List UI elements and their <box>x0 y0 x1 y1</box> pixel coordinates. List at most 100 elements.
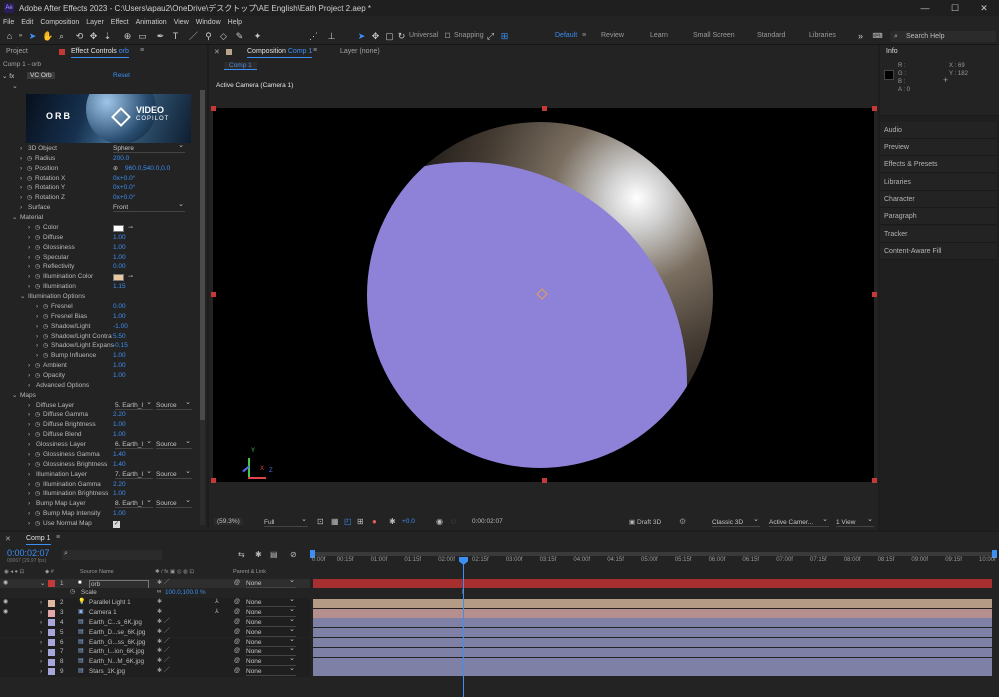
handle-bottom-right[interactable] <box>872 478 877 483</box>
3d-layer-icon[interactable]: ⅄ <box>215 598 219 608</box>
effect-property-row[interactable]: › ◷ Glossiness 1.00 <box>0 243 200 253</box>
layer-duration-bar[interactable] <box>313 608 992 618</box>
effect-property-row[interactable]: › ◷ Diffuse Gamma 2.20 <box>0 410 200 420</box>
effect-property-value[interactable]: 1.00 <box>113 312 126 322</box>
banner-collapse-icon[interactable]: ⌄ <box>12 82 18 90</box>
stopwatch-icon[interactable]: ◷ <box>35 262 40 272</box>
layer-mode-dropdown[interactable]: Source <box>156 496 192 509</box>
layer-duration-bar[interactable] <box>313 618 992 628</box>
effect-property-value[interactable]: 1.00 <box>113 361 126 371</box>
stopwatch-icon[interactable]: ◷ <box>35 243 40 253</box>
visibility-eye-icon[interactable]: ◉ <box>3 608 8 618</box>
layer-source-dropdown[interactable]: 6. Earth_I <box>115 437 153 450</box>
effect-controls-scrollbar[interactable] <box>200 90 205 525</box>
effect-property-dropdown[interactable]: Sphere <box>113 144 185 153</box>
handle-top-left[interactable] <box>211 106 216 111</box>
comp-panel-menu-icon[interactable]: ≡ <box>313 47 317 54</box>
effect-property-value[interactable]: 0.00 <box>113 302 126 312</box>
source-name-header[interactable]: Source Name <box>80 569 114 575</box>
exposure-reset-icon[interactable]: ✱ <box>389 517 396 526</box>
zoom-tool-icon[interactable]: ⌕ <box>56 31 67 42</box>
layer-twirl-icon[interactable]: › <box>40 657 42 667</box>
twirl-right-icon[interactable]: › <box>28 401 30 411</box>
effect-property-value[interactable]: 200.0 <box>113 154 129 164</box>
effect-name[interactable]: VC Orb <box>27 72 55 79</box>
extended-viewer-icon[interactable]: ⚙ <box>679 517 686 526</box>
layer-source-name[interactable]: Earth_C...s_6K.jpg <box>89 618 142 628</box>
camera-select-icon[interactable]: ➤ <box>356 31 367 42</box>
layer-source-dropdown[interactable]: 5. Earth_I <box>115 398 153 410</box>
stopwatch-icon[interactable]: ◷ <box>35 272 40 282</box>
workspace-learn[interactable]: Learn <box>650 32 668 39</box>
workspace-overflow-icon[interactable]: » <box>855 31 866 42</box>
layer-row[interactable]: › 4 ▤ Earth_C...s_6K.jpg ✱ ／ @ None <box>0 615 310 628</box>
stopwatch-icon[interactable]: ◷ <box>43 312 48 322</box>
layer-label-color[interactable] <box>48 619 55 627</box>
show-snapshot-icon[interactable]: ◌ <box>451 517 456 526</box>
stopwatch-icon[interactable]: ◷ <box>70 588 75 598</box>
layer-source-name[interactable]: Stars_1K.jpg <box>89 667 125 677</box>
effect-property-value[interactable]: 2.20 <box>113 410 126 420</box>
stopwatch-icon[interactable]: ◷ <box>43 332 48 342</box>
tab-composition[interactable]: Composition Comp 1 <box>247 48 313 58</box>
twirl-right-icon[interactable]: › <box>28 272 30 282</box>
twirl-right-icon[interactable]: › <box>28 381 30 391</box>
layer-label-color[interactable] <box>48 668 55 676</box>
parent-pickwhip-icon[interactable]: @ <box>234 657 240 667</box>
stopwatch-icon[interactable]: ◷ <box>43 302 48 312</box>
effect-property-row[interactable]: › ◷ Color ⊸ <box>0 223 200 233</box>
layer-twirl-icon[interactable]: › <box>40 608 42 618</box>
layer-twirl-icon[interactable]: › <box>40 628 42 638</box>
effect-property-row[interactable]: › ◷ Diffuse Brightness 1.00 <box>0 420 200 430</box>
effect-property-row[interactable]: › Diffuse Layer 5. Earth_ISource <box>0 398 200 411</box>
handle-top-right[interactable] <box>872 106 877 111</box>
comp-subtab[interactable]: Comp 1 <box>224 62 257 70</box>
effect-property-row[interactable]: › ◷ Bump Influence 1.00 <box>0 351 200 361</box>
layer-mode-dropdown[interactable]: Source <box>156 467 192 479</box>
exposure-value[interactable]: +0.0 <box>402 518 415 525</box>
align-3d-icon[interactable]: ⋰ <box>308 31 319 42</box>
panel-libraries[interactable]: Libraries <box>880 174 997 191</box>
scrollbar-thumb[interactable] <box>200 90 205 420</box>
effect-property-row[interactable]: › ◷ Shadow/Light Expans -0.15 <box>0 341 200 351</box>
twirl-right-icon[interactable]: › <box>28 440 30 450</box>
position-crosshair-icon[interactable]: ⊕ <box>113 164 118 174</box>
effect-property-row[interactable]: › ◷ Shadow/Light -1.00 <box>0 322 200 332</box>
magnification-dropdown[interactable]: (59.3%) <box>214 518 243 525</box>
parent-pickwhip-icon[interactable]: @ <box>234 667 240 677</box>
stopwatch-icon[interactable]: ◷ <box>35 480 40 490</box>
twirl-right-icon[interactable]: › <box>20 154 22 164</box>
stopwatch-icon[interactable]: ◷ <box>35 509 40 519</box>
parent-dropdown[interactable]: None <box>246 664 296 676</box>
menu-animation[interactable]: Animation <box>136 19 167 26</box>
effect-property-row[interactable]: › Glossiness Layer 6. Earth_ISource <box>0 437 200 450</box>
hand-tool-icon[interactable]: ✋ <box>42 31 53 42</box>
layer-row[interactable]: › 6 ▤ Earth_G...ss_6K.jpg ✱ ／ @ None <box>0 635 310 648</box>
layer-twirl-icon[interactable]: ⌄ <box>40 579 45 589</box>
work-area-bar[interactable] <box>312 552 992 556</box>
stopwatch-icon[interactable]: ◷ <box>27 183 32 193</box>
layer-twirl-icon[interactable]: › <box>40 618 42 628</box>
layer-label-color[interactable] <box>48 658 55 666</box>
parent-link-header[interactable]: Parent & Link <box>233 569 266 575</box>
use-normal-map-checkbox[interactable]: ✓ <box>113 521 120 528</box>
layer-duration-bar[interactable] <box>313 638 992 647</box>
3d-layer-icon[interactable]: ⅄ <box>215 608 219 618</box>
twirl-down-icon[interactable]: ⌄ <box>12 391 17 401</box>
viewer-timecode[interactable]: 0:00:02:07 <box>472 518 503 525</box>
pen-tool-icon[interactable]: ✒ <box>155 31 166 42</box>
tab-effect-controls[interactable]: Effect Controls orb <box>71 48 129 58</box>
puppet-tool-icon[interactable]: ✦ <box>252 31 263 42</box>
effect-property-value[interactable]: -1.00 <box>113 322 128 332</box>
effect-property-row[interactable]: › ◷ Radius 200.0 <box>0 154 200 164</box>
layer-switches-icons[interactable]: ✱ <box>157 608 162 618</box>
parent-pickwhip-icon[interactable]: @ <box>234 618 240 628</box>
twirl-right-icon[interactable]: › <box>36 351 38 361</box>
layer-row[interactable]: ◉ › 2 💡 Parallel Light 1 ✱ ⅄ @ None <box>0 595 310 608</box>
camera-box-icon[interactable]: ▢ <box>384 31 395 42</box>
twirl-right-icon[interactable]: › <box>28 253 30 263</box>
playhead-line[interactable] <box>463 558 464 697</box>
effect-property-value[interactable]: 1.00 <box>113 233 126 243</box>
effect-property-dropdown[interactable]: Front <box>113 200 185 213</box>
parent-pickwhip-icon[interactable]: @ <box>234 628 240 638</box>
